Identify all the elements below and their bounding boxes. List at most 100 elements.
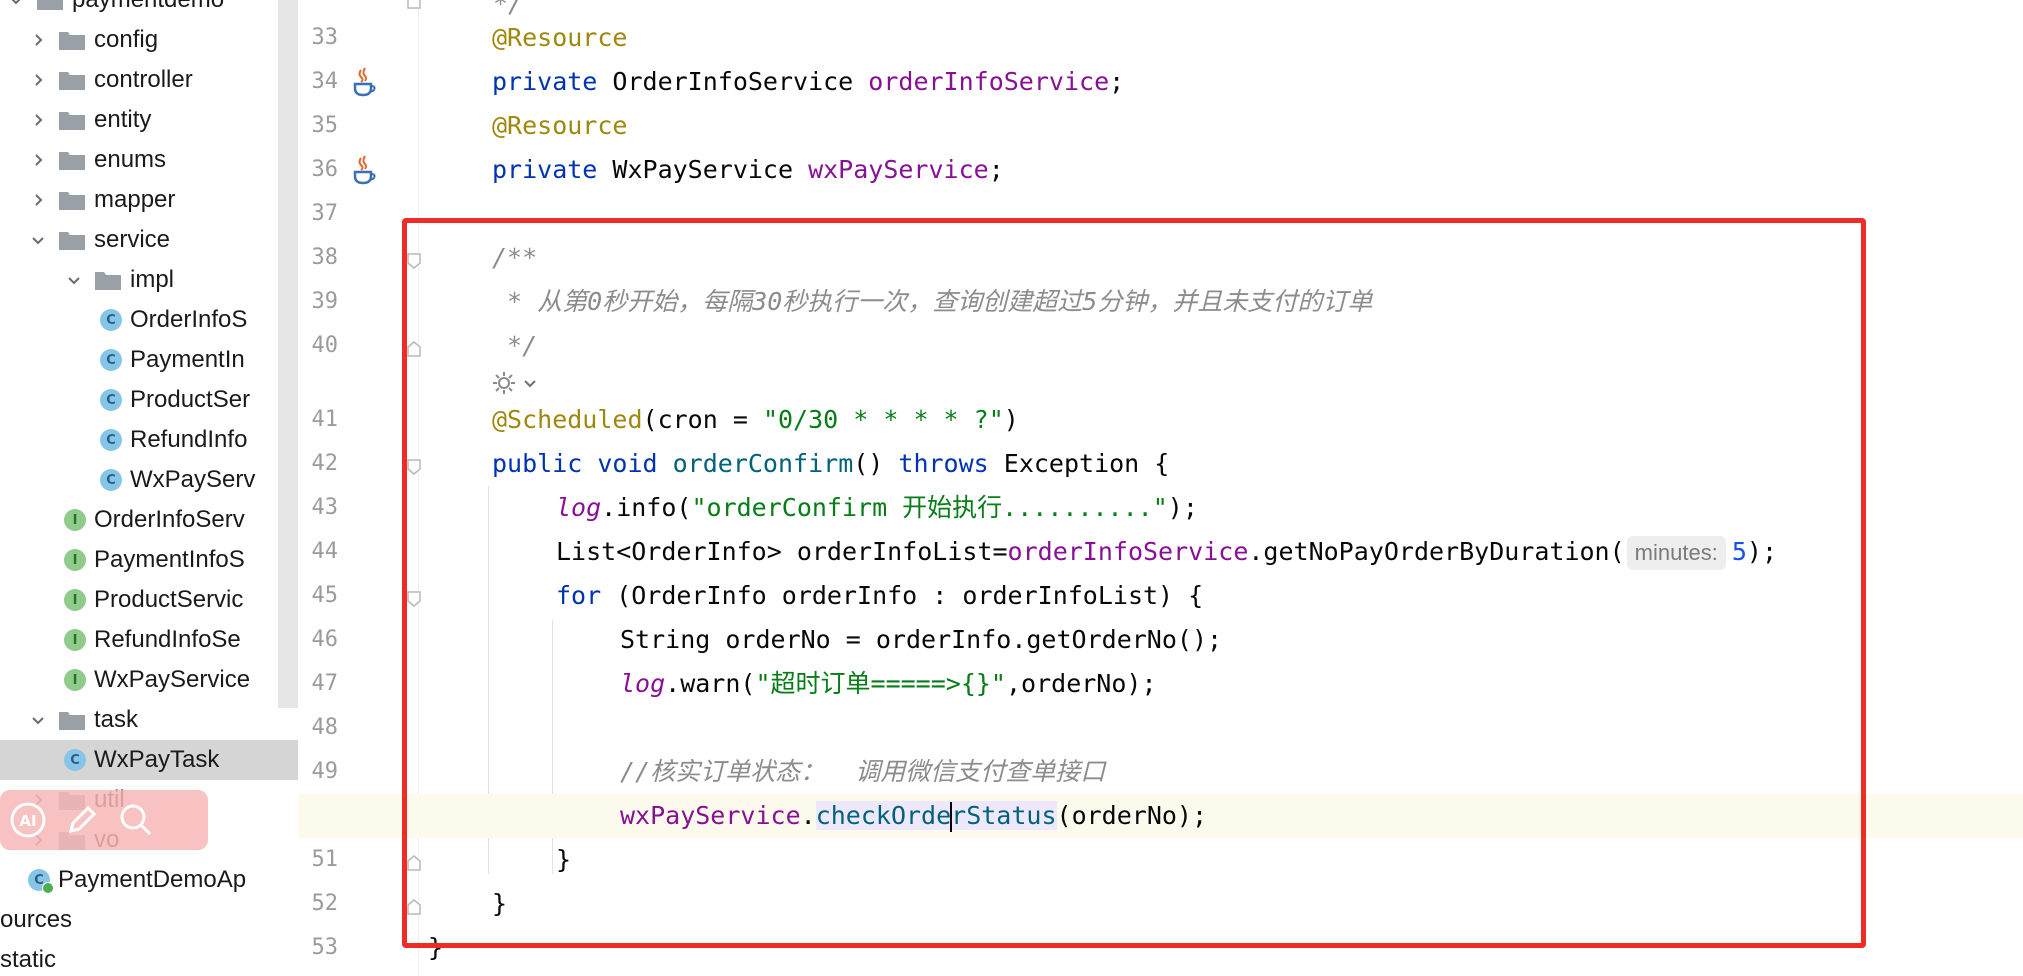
folder-icon bbox=[36, 0, 64, 11]
ai-assistant-icon[interactable]: AI bbox=[8, 800, 48, 840]
tree-item-entity[interactable]: entity bbox=[0, 100, 151, 140]
tree-item-impl[interactable]: impl bbox=[0, 260, 174, 300]
tree-item-task[interactable]: task bbox=[0, 700, 138, 740]
closing-brace: } bbox=[492, 889, 508, 918]
field-name: orderInfoService bbox=[1007, 537, 1249, 566]
tree-item-wxpaytask[interactable]: C WxPayTask bbox=[0, 740, 298, 780]
code-line-40: */ bbox=[418, 324, 2023, 368]
tree-item-paymentdemoap[interactable]: C PaymentDemoAp bbox=[0, 860, 246, 900]
chevron-right-icon[interactable] bbox=[28, 150, 48, 170]
line-number: 38 bbox=[311, 245, 339, 270]
tree-item-productser[interactable]: C ProductSer bbox=[0, 380, 250, 420]
chevron-down-icon[interactable] bbox=[28, 230, 48, 250]
java-bean-icon[interactable] bbox=[350, 154, 378, 185]
class-icon: C bbox=[100, 389, 122, 411]
code-vision-hint[interactable] bbox=[490, 368, 538, 398]
chevron-down-icon[interactable] bbox=[28, 710, 48, 730]
tree-item-refundinfo[interactable]: C RefundInfo bbox=[0, 420, 247, 460]
class-icon: C bbox=[100, 349, 122, 371]
chevron-right-icon[interactable] bbox=[28, 70, 48, 90]
class-icon: C bbox=[100, 429, 122, 451]
chevron-right-icon[interactable] bbox=[28, 110, 48, 130]
line-number: 35 bbox=[311, 113, 339, 138]
code-line-33: @Resource bbox=[418, 16, 2023, 60]
folder-icon bbox=[58, 229, 86, 251]
annotation: @Resource bbox=[492, 111, 628, 140]
code-line-44: List<OrderInfo> orderInfoList=orderInfoS… bbox=[418, 530, 2023, 574]
number-literal: 5 bbox=[1731, 537, 1747, 566]
code-line-36: private WxPayService wxPayService; bbox=[418, 148, 2023, 192]
code-line-47: log.warn("超时订单=====>{}",orderNo); bbox=[418, 662, 2023, 706]
tree-item-paymentinfos[interactable]: I PaymentInfoS bbox=[0, 540, 245, 580]
tree-item-label: task bbox=[94, 706, 139, 733]
tree-scrollbar[interactable] bbox=[278, 0, 298, 708]
chevron-down-icon[interactable] bbox=[64, 270, 84, 290]
code-line-45: for (OrderInfo orderInfo : orderInfoList… bbox=[418, 574, 2023, 618]
tree-item-ources[interactable]: ources bbox=[0, 900, 72, 940]
tree-item-orderinfos[interactable]: C OrderInfoS bbox=[0, 300, 247, 340]
tree-item-controller[interactable]: controller bbox=[0, 60, 193, 100]
tree-item-static[interactable]: static bbox=[0, 940, 56, 976]
code-text: (cron = bbox=[642, 405, 763, 434]
method-name: rStatus bbox=[951, 801, 1057, 830]
search-icon[interactable] bbox=[116, 800, 156, 840]
punctuation: ); bbox=[1167, 493, 1198, 522]
class-icon: C bbox=[100, 469, 122, 491]
logger-field: log bbox=[556, 493, 602, 522]
line-number: 42 bbox=[311, 451, 339, 476]
tree-item-service[interactable]: service bbox=[0, 220, 170, 260]
tree-item-orderinfoserv[interactable]: I OrderInfoServ bbox=[0, 500, 245, 540]
parameter-hint: minutes: bbox=[1626, 536, 1726, 570]
tree-item-refundinfose[interactable]: I RefundInfoSe bbox=[0, 620, 241, 660]
javadoc-comment: /** bbox=[492, 243, 538, 272]
keyword: throws bbox=[898, 449, 989, 478]
code-text: List<OrderInfo> orderInfoList= bbox=[556, 537, 1008, 566]
tree-item-config[interactable]: config bbox=[0, 20, 158, 60]
tree-item-wxpayserv[interactable]: C WxPayServ bbox=[0, 460, 255, 500]
keyword: public bbox=[492, 449, 583, 478]
keyword: private bbox=[492, 67, 598, 96]
svg-text:AI: AI bbox=[19, 812, 36, 830]
line-number: 44 bbox=[311, 539, 339, 564]
line-number: 47 bbox=[311, 671, 339, 696]
string-literal: "超时订单=====>{}" bbox=[755, 669, 1006, 698]
edit-icon[interactable] bbox=[62, 800, 102, 840]
chevron-down-icon bbox=[524, 380, 536, 388]
tree-item-label: OrderInfoS bbox=[130, 306, 248, 333]
code-text: String orderNo = orderInfo.getOrderNo(); bbox=[620, 625, 1223, 654]
class-icon: C bbox=[64, 749, 86, 771]
tree-item-label: enums bbox=[94, 146, 167, 173]
line-number: 45 bbox=[311, 583, 339, 608]
chevron-right-icon[interactable] bbox=[28, 190, 48, 210]
spring-app-icon: C bbox=[28, 869, 54, 894]
tree-item-productservic[interactable]: I ProductServic bbox=[0, 580, 243, 620]
annotation: @Resource bbox=[492, 23, 628, 52]
chevron-down-icon[interactable] bbox=[6, 0, 26, 10]
gear-icon bbox=[493, 372, 515, 394]
tree-item-wxpayservice[interactable]: I WxPayService bbox=[0, 660, 250, 700]
code-text: (orderNo); bbox=[1056, 801, 1208, 830]
folder-icon bbox=[94, 269, 122, 291]
java-bean-icon[interactable] bbox=[350, 66, 378, 97]
string-literal: "0/30 * * * * ?" bbox=[762, 405, 1004, 434]
code-line-50-current[interactable]: wxPayService.checkOrderStatus(orderNo); bbox=[298, 794, 2023, 838]
tree-item-label: ProductServic bbox=[94, 586, 244, 613]
tree-item-label: WxPayService bbox=[94, 666, 251, 693]
tree-item-paymentin[interactable]: C PaymentIn bbox=[0, 340, 245, 380]
code-line-34: private OrderInfoService orderInfoServic… bbox=[418, 60, 2023, 104]
tree-item-enums[interactable]: enums bbox=[0, 140, 166, 180]
tree-item-mapper[interactable]: mapper bbox=[0, 180, 175, 220]
line-number: 48 bbox=[311, 715, 339, 740]
line-number: 41 bbox=[311, 407, 339, 432]
code-line-38: /** bbox=[418, 236, 2023, 280]
punctuation: ) bbox=[1003, 405, 1019, 434]
punctuation: ); bbox=[1746, 537, 1777, 566]
interface-icon: I bbox=[64, 589, 86, 611]
chevron-right-icon[interactable] bbox=[28, 30, 48, 50]
method-name: orderConfirm bbox=[672, 449, 854, 478]
line-number: 51 bbox=[311, 847, 339, 872]
code-editor[interactable]: */ @Resource private OrderInfoService or… bbox=[298, 0, 2023, 976]
line-number: 34 bbox=[311, 69, 339, 94]
floating-toolbar: AI bbox=[0, 790, 208, 850]
tree-item-paymentdemo[interactable]: paymentdemo bbox=[0, 0, 224, 20]
